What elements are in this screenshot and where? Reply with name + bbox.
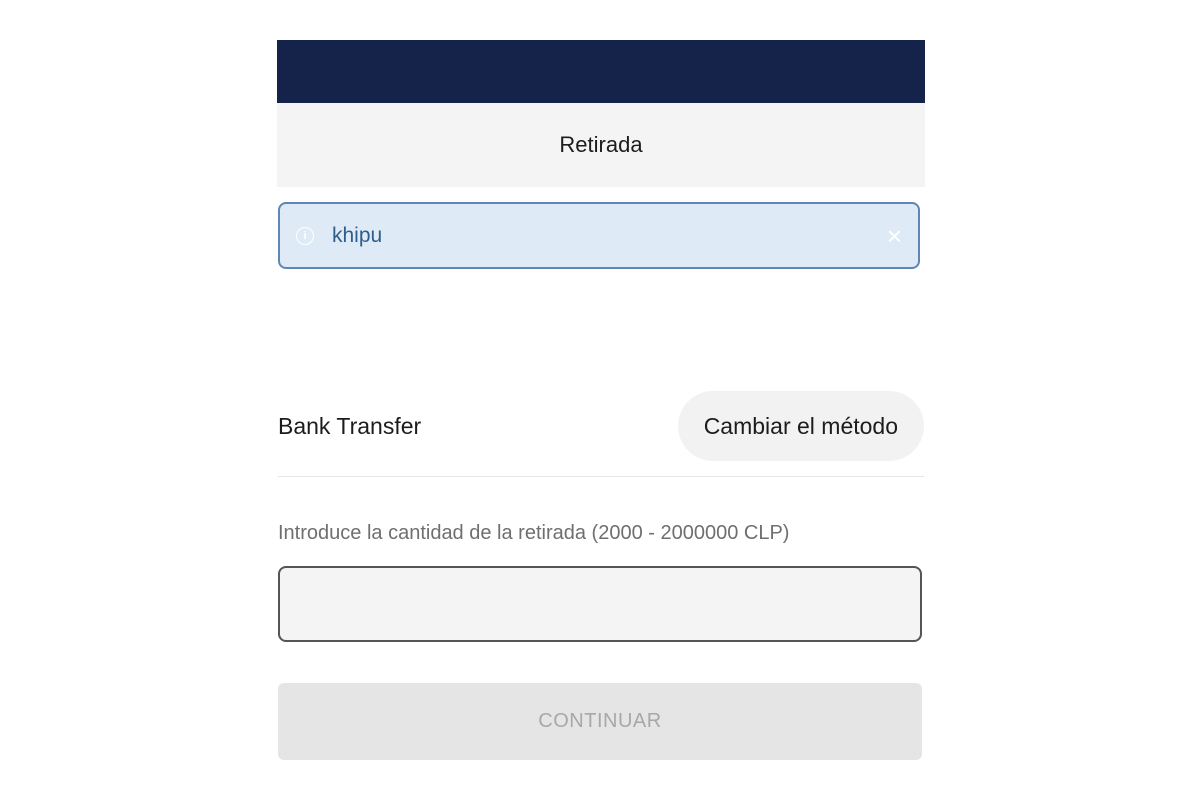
- info-alert: i khipu ×: [278, 202, 920, 269]
- alert-text: khipu: [332, 223, 383, 247]
- close-icon[interactable]: ×: [887, 223, 902, 249]
- divider: [278, 476, 924, 477]
- page-title-bar: Retirada: [277, 103, 925, 187]
- withdrawal-panel: Retirada i khipu × Bank Transfer Cambiar…: [277, 40, 925, 760]
- info-icon: i: [296, 226, 314, 245]
- continue-button[interactable]: CONTINUAR: [278, 683, 922, 760]
- amount-input[interactable]: [278, 566, 922, 642]
- payment-method-row: Bank Transfer Cambiar el método: [278, 390, 924, 462]
- page-title: Retirada: [559, 132, 643, 157]
- change-method-button[interactable]: Cambiar el método: [677, 391, 924, 461]
- top-header-bar: [277, 40, 925, 103]
- amount-label: Introduce la cantidad de la retirada (20…: [278, 522, 790, 544]
- payment-method-name: Bank Transfer: [278, 412, 422, 439]
